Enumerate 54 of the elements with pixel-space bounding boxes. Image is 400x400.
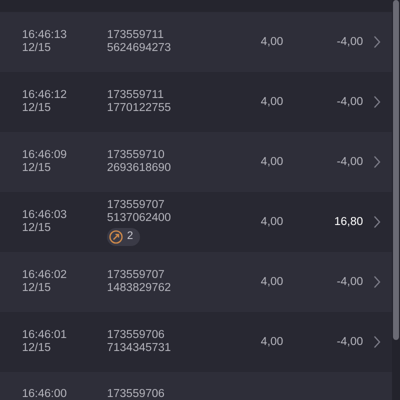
bet-row[interactable]: 16:46:09 12/15 173559710 2693618690 4,00 -4,00 (0, 132, 392, 192)
date-text: 12/15 (22, 282, 52, 295)
arrow-circle-icon (109, 230, 123, 244)
result-text: -4,00 (336, 156, 363, 168)
id-text: 173559707 (107, 198, 166, 212)
time-text: 16:46:02 (22, 269, 68, 282)
id-text: 173559707 (107, 269, 166, 282)
stake-text: 4,00 (260, 156, 284, 168)
time-text: 16:46:13 (22, 29, 68, 42)
id-text: 1770122755 (107, 102, 172, 115)
stake-text: 4,00 (260, 276, 284, 288)
time-text: 16:46:09 (22, 149, 68, 162)
date-text: 12/15 (22, 42, 52, 55)
time-text: 16:46:00 (22, 388, 68, 400)
id-text: 173559711 (107, 89, 165, 102)
id-text: 5137062400 (107, 212, 172, 224)
id-text: 7134345731 (107, 342, 172, 355)
result-text: -4,00 (336, 276, 363, 288)
chevron-right-icon[interactable] (373, 155, 381, 169)
result-text: -4,00 (336, 36, 363, 48)
date-text: 12/15 (22, 162, 52, 175)
chevron-right-icon[interactable] (373, 335, 381, 349)
stake-text: 4,00 (260, 96, 284, 108)
date-text: 12/15 (22, 102, 52, 115)
id-text: 173559710 (107, 149, 166, 162)
id-text: 2693618690 (107, 162, 172, 175)
id-text: 173559711 (107, 29, 165, 42)
id-text: 5624694273 (107, 42, 172, 55)
time-text: 16:46:01 (22, 329, 68, 342)
bet-row[interactable]: 16:46:03 12/15 173559707 5137062400 2 4,00 16,80 (0, 192, 392, 252)
chevron-right-icon[interactable] (373, 215, 381, 229)
count-badge: 2 (107, 228, 140, 246)
date-text: 12/15 (22, 222, 52, 235)
bet-row[interactable]: 16:46:13 12/15 173559711 5624694273 4,00 -4,00 (0, 12, 392, 72)
result-text: 16,80 (334, 216, 363, 228)
time-text: 16:46:12 (22, 89, 68, 102)
time-text: 16:46:03 (22, 209, 68, 222)
result-text: -4,00 (336, 96, 363, 108)
bet-row[interactable]: 16:46:01 12/15 173559706 7134345731 4,00 -4,00 (0, 312, 392, 372)
stake-text: 4,00 (260, 36, 284, 48)
bet-row[interactable]: 16:46:00 173559706 (0, 372, 392, 400)
date-text: 12/15 (22, 342, 52, 355)
bet-row[interactable]: 16:46:12 12/15 173559711 1770122755 4,00 -4,00 (0, 72, 392, 132)
scroll-thumb[interactable] (393, 0, 399, 340)
chevron-right-icon[interactable] (373, 35, 381, 49)
stake-text: 4,00 (260, 216, 284, 228)
id-text: 173559706 (107, 329, 166, 342)
chevron-right-icon[interactable] (373, 275, 381, 289)
bet-row[interactable]: 16:46:02 12/15 173559707 1483829762 4,00 -4,00 (0, 252, 392, 312)
result-text: -4,00 (336, 336, 363, 348)
id-text: 173559706 (107, 388, 166, 400)
id-text: 1483829762 (107, 282, 172, 295)
stake-text: 4,00 (260, 336, 284, 348)
chevron-right-icon[interactable] (373, 95, 381, 109)
